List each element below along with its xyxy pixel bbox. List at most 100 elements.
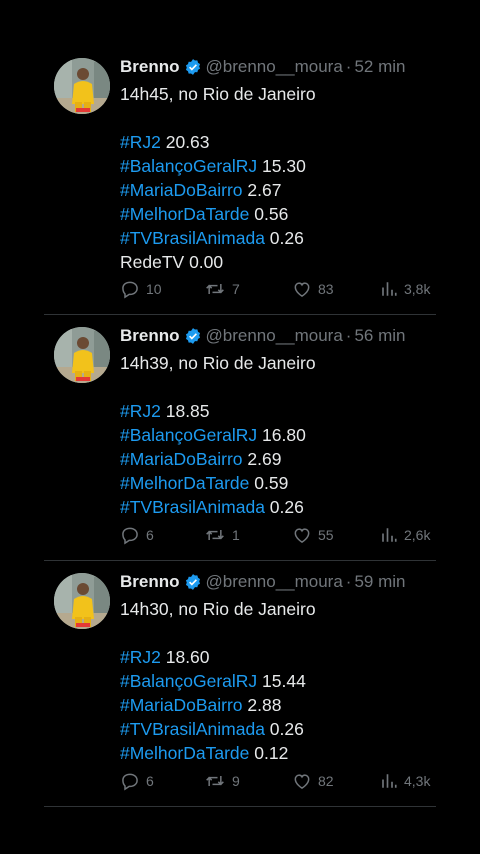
retweet-count: 9 bbox=[232, 773, 240, 789]
rating-value: 0.26 bbox=[269, 228, 304, 248]
reply-count: 10 bbox=[146, 281, 162, 297]
rating-value: 2.88 bbox=[247, 695, 282, 715]
like-count: 55 bbox=[318, 527, 334, 543]
hashtag-link[interactable]: #MelhorDaTarde bbox=[120, 743, 249, 763]
rating-line: #MelhorDaTarde 0.59 bbox=[120, 471, 432, 495]
author-handle[interactable]: @brenno__moura bbox=[206, 323, 343, 349]
rating-line: #RJ2 20.63 bbox=[120, 130, 432, 154]
tweet-header: Brenno @brenno__moura · 52 min bbox=[120, 54, 432, 80]
rating-line: #BalançoGeralRJ 15.30 bbox=[120, 154, 432, 178]
rating-line: #MelhorDaTarde 0.12 bbox=[120, 741, 432, 765]
reply-icon bbox=[122, 527, 138, 545]
tweet[interactable]: Brenno @brenno__moura · 59 min 14h30, no… bbox=[44, 561, 436, 807]
rating-value: 0.12 bbox=[254, 743, 289, 763]
tweet-intro: 14h30, no Rio de Janeiro bbox=[120, 599, 316, 619]
tweet-content: Brenno @brenno__moura · 56 min 14h39, no… bbox=[120, 315, 432, 545]
retweet-button[interactable]: 7 bbox=[204, 277, 240, 301]
avatar[interactable] bbox=[54, 327, 110, 383]
tweet-content: Brenno @brenno__moura · 52 min 14h45, no… bbox=[120, 46, 432, 299]
rating-value: 2.67 bbox=[247, 180, 282, 200]
rating-value: 15.30 bbox=[262, 156, 306, 176]
retweet-icon bbox=[206, 776, 224, 786]
author-name[interactable]: Brenno bbox=[120, 569, 180, 595]
views-button[interactable]: 3,8k bbox=[380, 277, 430, 301]
hashtag-link[interactable]: #BalançoGeralRJ bbox=[120, 671, 257, 691]
hashtag-link[interactable]: #RJ2 bbox=[120, 647, 161, 667]
like-button[interactable]: 82 bbox=[292, 769, 334, 793]
rating-line: #TVBrasilAnimada 0.26 bbox=[120, 226, 432, 250]
reply-button[interactable]: 6 bbox=[120, 769, 154, 793]
views-button[interactable]: 2,6k bbox=[380, 523, 430, 547]
hashtag-link[interactable]: #MariaDoBairro bbox=[120, 695, 243, 715]
retweet-button[interactable]: 1 bbox=[204, 523, 240, 547]
views-icon bbox=[382, 282, 397, 296]
like-icon bbox=[294, 282, 310, 297]
rating-value: 0.26 bbox=[269, 719, 304, 739]
rating-line: #TVBrasilAnimada 0.26 bbox=[120, 495, 432, 519]
rating-value: 18.85 bbox=[165, 401, 210, 421]
like-icon bbox=[294, 774, 310, 789]
rating-line: #BalançoGeralRJ 15.44 bbox=[120, 669, 432, 693]
rating-value: 0.59 bbox=[254, 473, 289, 493]
verified-badge-icon bbox=[184, 327, 202, 345]
hashtag-link[interactable]: #MelhorDaTarde bbox=[120, 204, 249, 224]
hashtag-link[interactable]: #BalançoGeralRJ bbox=[120, 156, 257, 176]
tweet[interactable]: Brenno @brenno__moura · 56 min 14h39, no… bbox=[44, 315, 436, 561]
like-button[interactable]: 55 bbox=[292, 523, 334, 547]
hashtag-link[interactable]: #MariaDoBairro bbox=[120, 449, 243, 469]
reply-count: 6 bbox=[146, 773, 154, 789]
tweet[interactable]: Brenno @brenno__moura · 52 min 14h45, no… bbox=[44, 46, 436, 315]
tweet-time[interactable]: 59 min bbox=[354, 569, 405, 595]
retweet-icon bbox=[206, 284, 224, 294]
retweet-count: 1 bbox=[232, 527, 240, 543]
rating-value: 0.26 bbox=[269, 497, 304, 517]
hashtag-link[interactable]: #TVBrasilAnimada bbox=[120, 228, 265, 248]
rating-line: RedeTV 0.00 bbox=[120, 250, 432, 274]
channel-name: RedeTV bbox=[120, 252, 185, 272]
rating-line: #MariaDoBairro 2.88 bbox=[120, 693, 432, 717]
tweet-header: Brenno @brenno__moura · 59 min bbox=[120, 569, 432, 595]
reply-button[interactable]: 6 bbox=[120, 523, 154, 547]
hashtag-link[interactable]: #MelhorDaTarde bbox=[120, 473, 249, 493]
rating-value: 16.80 bbox=[262, 425, 306, 445]
hashtag-link[interactable]: #TVBrasilAnimada bbox=[120, 719, 265, 739]
tweet-time[interactable]: 52 min bbox=[354, 54, 405, 80]
hashtag-link[interactable]: #BalançoGeralRJ bbox=[120, 425, 257, 445]
tweet-time[interactable]: 56 min bbox=[354, 323, 405, 349]
view-count: 3,8k bbox=[404, 281, 431, 297]
rating-line: #BalançoGeralRJ 16.80 bbox=[120, 423, 432, 447]
like-icon bbox=[294, 528, 310, 543]
avatar[interactable] bbox=[54, 573, 110, 629]
separator-dot: · bbox=[345, 57, 352, 76]
tweet-actions: 10 7 83 3,8k bbox=[120, 277, 432, 301]
views-button[interactable]: 4,3k bbox=[380, 769, 430, 793]
retweet-count: 7 bbox=[232, 281, 240, 297]
reply-count: 6 bbox=[146, 527, 154, 543]
retweet-button[interactable]: 9 bbox=[204, 769, 240, 793]
rating-line: #RJ2 18.85 bbox=[120, 399, 432, 423]
reply-icon bbox=[122, 281, 138, 299]
avatar[interactable] bbox=[54, 58, 110, 114]
rating-line: #MariaDoBairro 2.69 bbox=[120, 447, 432, 471]
hashtag-link[interactable]: #RJ2 bbox=[120, 401, 161, 421]
like-button[interactable]: 83 bbox=[292, 277, 334, 301]
view-count: 4,3k bbox=[404, 773, 431, 789]
like-count: 83 bbox=[318, 281, 334, 297]
verified-badge-icon bbox=[184, 58, 202, 76]
reply-button[interactable]: 10 bbox=[120, 277, 162, 301]
hashtag-link[interactable]: #RJ2 bbox=[120, 132, 161, 152]
hashtag-link[interactable]: #MariaDoBairro bbox=[120, 180, 243, 200]
rating-value: 20.63 bbox=[165, 132, 210, 152]
rating-value: 2.69 bbox=[247, 449, 282, 469]
views-icon bbox=[382, 774, 397, 788]
hashtag-link[interactable]: #TVBrasilAnimada bbox=[120, 497, 265, 517]
author-name[interactable]: Brenno bbox=[120, 323, 180, 349]
author-handle[interactable]: @brenno__moura bbox=[206, 569, 343, 595]
rating-line: #TVBrasilAnimada 0.26 bbox=[120, 717, 432, 741]
author-handle[interactable]: @brenno__moura bbox=[206, 54, 343, 80]
views-icon bbox=[382, 528, 397, 542]
rating-value: 0.00 bbox=[189, 252, 224, 272]
author-name[interactable]: Brenno bbox=[120, 54, 180, 80]
tweet-header: Brenno @brenno__moura · 56 min bbox=[120, 323, 432, 349]
rating-value: 18.60 bbox=[165, 647, 210, 667]
